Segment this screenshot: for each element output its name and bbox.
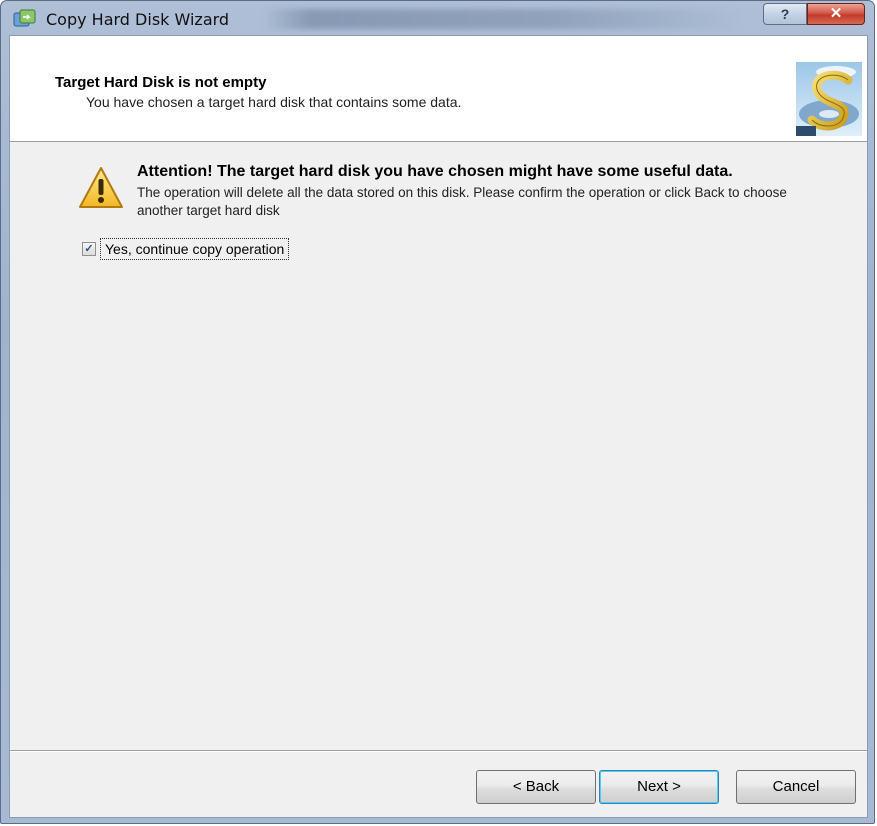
close-button[interactable]: ✕ [807, 3, 865, 25]
help-button[interactable]: ? [763, 3, 807, 25]
wizard-client-area: Target Hard Disk is not empty You have c… [9, 35, 868, 818]
page-title: Target Hard Disk is not empty [55, 74, 267, 91]
cancel-button[interactable]: Cancel [736, 770, 856, 804]
window-title: Copy Hard Disk Wizard [46, 10, 230, 29]
next-button[interactable]: Next > [599, 770, 719, 804]
attention-heading: Attention! The target hard disk you have… [137, 163, 733, 180]
warning-triangle-icon [79, 167, 123, 208]
footer-divider [10, 750, 867, 752]
wizard-logo-icon [796, 62, 862, 136]
confirm-copy-checkbox[interactable]: ✓ [82, 242, 96, 256]
wizard-window: Copy Hard Disk Wizard ? ✕ Target Hard Di… [0, 0, 875, 824]
title-bar[interactable]: Copy Hard Disk Wizard ? ✕ [1, 1, 874, 35]
wizard-header: Target Hard Disk is not empty You have c… [10, 36, 867, 142]
blurred-title-area [263, 9, 743, 29]
attention-message: The operation will delete all the data s… [137, 185, 787, 218]
back-button[interactable]: < Back [476, 770, 596, 804]
confirm-copy-label[interactable]: Yes, continue copy operation [100, 238, 290, 260]
copy-disk-icon [13, 9, 36, 27]
page-subtitle: You have chosen a target hard disk that … [86, 94, 462, 110]
